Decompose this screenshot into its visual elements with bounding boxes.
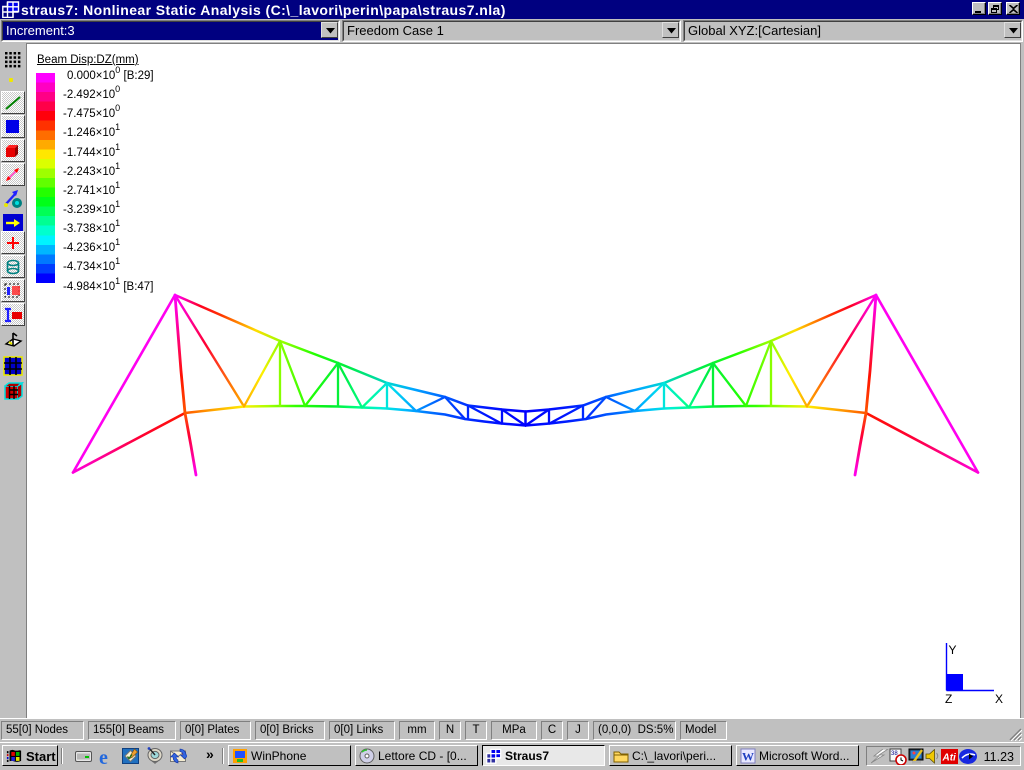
svg-text:W: W <box>742 750 754 764</box>
svg-text:Ati: Ati <box>942 753 957 764</box>
